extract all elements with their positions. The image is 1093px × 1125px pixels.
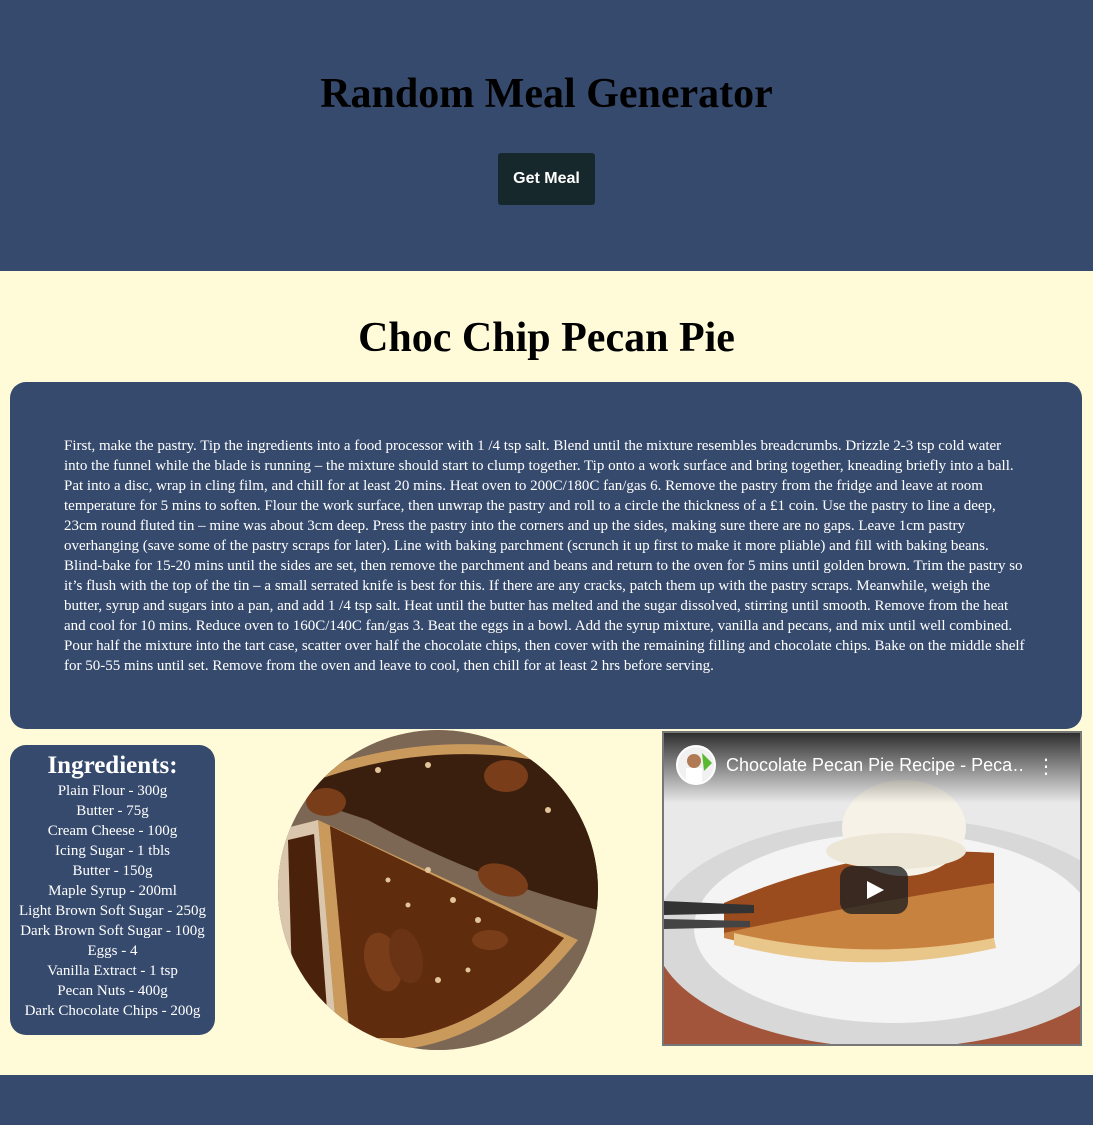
get-meal-button[interactable]: Get Meal: [498, 153, 595, 205]
ingredients-title: Ingredients:: [47, 752, 178, 779]
play-icon[interactable]: [840, 866, 908, 914]
ingredient-item: Cream Cheese - 100g: [47, 823, 178, 839]
ingredient-item: Light Brown Soft Sugar - 250g: [18, 903, 207, 919]
ingredient-item: Butter - 150g: [72, 863, 153, 879]
instructions-text: First, make the pastry. Tip the ingredie…: [64, 438, 1025, 674]
ingredient-item: Vanilla Extract - 1 tsp: [47, 963, 178, 979]
ingredient-item: Dark Brown Soft Sugar - 100g: [20, 923, 205, 939]
kebab-menu-icon[interactable]: ⋮: [1036, 756, 1056, 776]
app-title: Random Meal Generator: [320, 71, 773, 117]
meal-title: Choc Chip Pecan Pie: [358, 315, 735, 361]
ingredient-item: Maple Syrup - 200ml: [48, 883, 177, 899]
ingredient-item: Plain Flour - 300g: [57, 783, 168, 799]
ingredients-panel: Ingredients: Plain Flour - 300g Butter -…: [10, 745, 215, 1035]
ingredient-item: Pecan Nuts - 400g: [57, 983, 168, 999]
video-embed[interactable]: Chocolate Pecan Pie Recipe - Peca… ⋮: [662, 731, 1082, 1046]
meal-image: [278, 730, 598, 1050]
video-title[interactable]: Chocolate Pecan Pie Recipe - Peca…: [726, 755, 1026, 776]
ingredient-item: Dark Chocolate Chips - 200g: [24, 1003, 201, 1019]
channel-avatar[interactable]: [676, 745, 716, 785]
ingredient-item: Butter - 75g: [76, 803, 149, 819]
ingredient-item: Eggs - 4: [87, 943, 138, 959]
instructions-panel: First, make the pastry. Tip the ingredie…: [10, 382, 1082, 729]
ingredient-item: Icing Sugar - 1 tbls: [55, 843, 170, 859]
header: Random Meal Generator Get Meal: [0, 0, 1093, 271]
footer: [0, 1075, 1093, 1125]
